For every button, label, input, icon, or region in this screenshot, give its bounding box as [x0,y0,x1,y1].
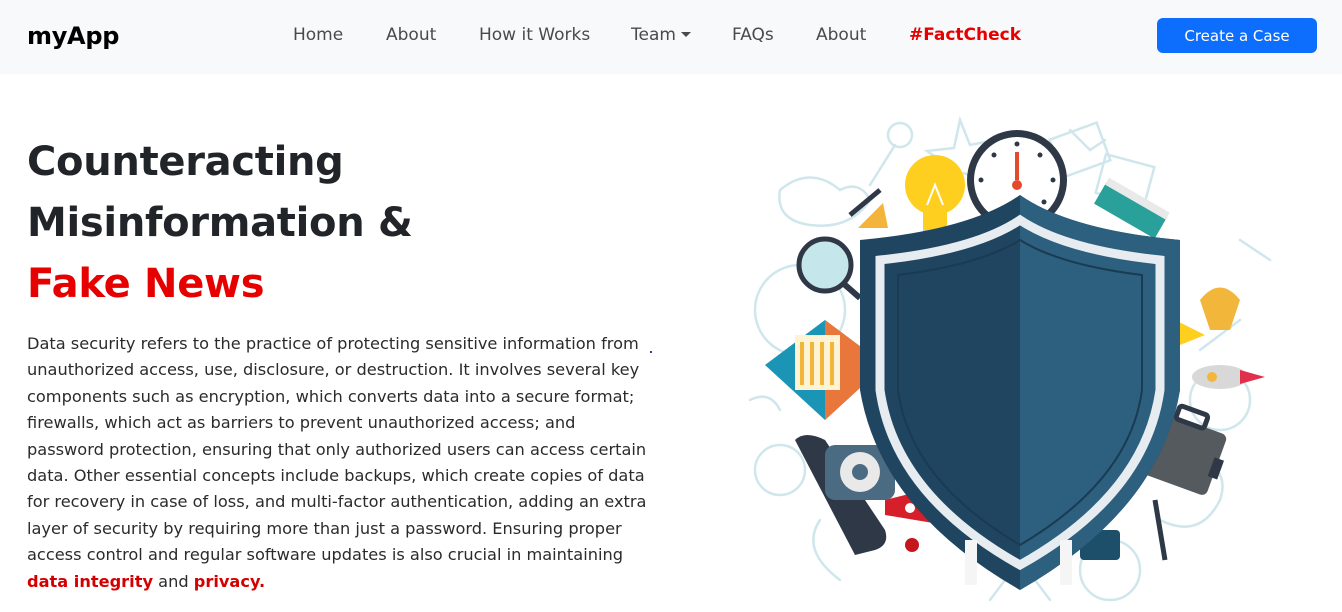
nav-faqs[interactable]: FAQs [732,25,774,45]
data-integrity-link[interactable]: data integrity [27,572,153,591]
nav-about-2[interactable]: About [816,25,866,45]
shield-icon [860,195,1180,590]
create-case-button[interactable]: Create a Case [1157,18,1317,53]
nav-how-it-works[interactable]: How it Works [479,25,590,45]
hero-title-line2: Misinformation & [27,200,413,246]
navbar: myApp Home About How it Works Team FAQs … [0,0,1342,74]
telephone-icon [795,435,895,555]
nav-team-dropdown[interactable]: Team [631,25,691,45]
decorative-dot [650,351,652,353]
privacy-link[interactable]: privacy. [194,572,265,591]
hero-title-line1: Counteracting [27,139,344,185]
magnifier-icon [796,236,862,301]
rocket-icon [1192,365,1265,389]
nav-team-label: Team [631,25,676,45]
hero-title: Counteracting Misinformation & Fake News [27,132,647,315]
description-connector: and [153,571,194,591]
nav-home[interactable]: Home [293,25,343,45]
nav-factcheck[interactable]: #FactCheck [909,25,1021,45]
nav-about[interactable]: About [386,25,436,45]
description-text: Data security refers to the practice of … [27,334,647,565]
hero-title-accent: Fake News [27,261,265,307]
hero-description: Data security refers to the practice of … [27,331,647,595]
pencil-line-icon [1152,499,1168,561]
trophy-icon [1175,287,1240,345]
hero-illustration [740,100,1300,612]
nav-links: Home About How it Works Team FAQs About … [0,0,1342,74]
caret-down-icon [680,32,691,37]
